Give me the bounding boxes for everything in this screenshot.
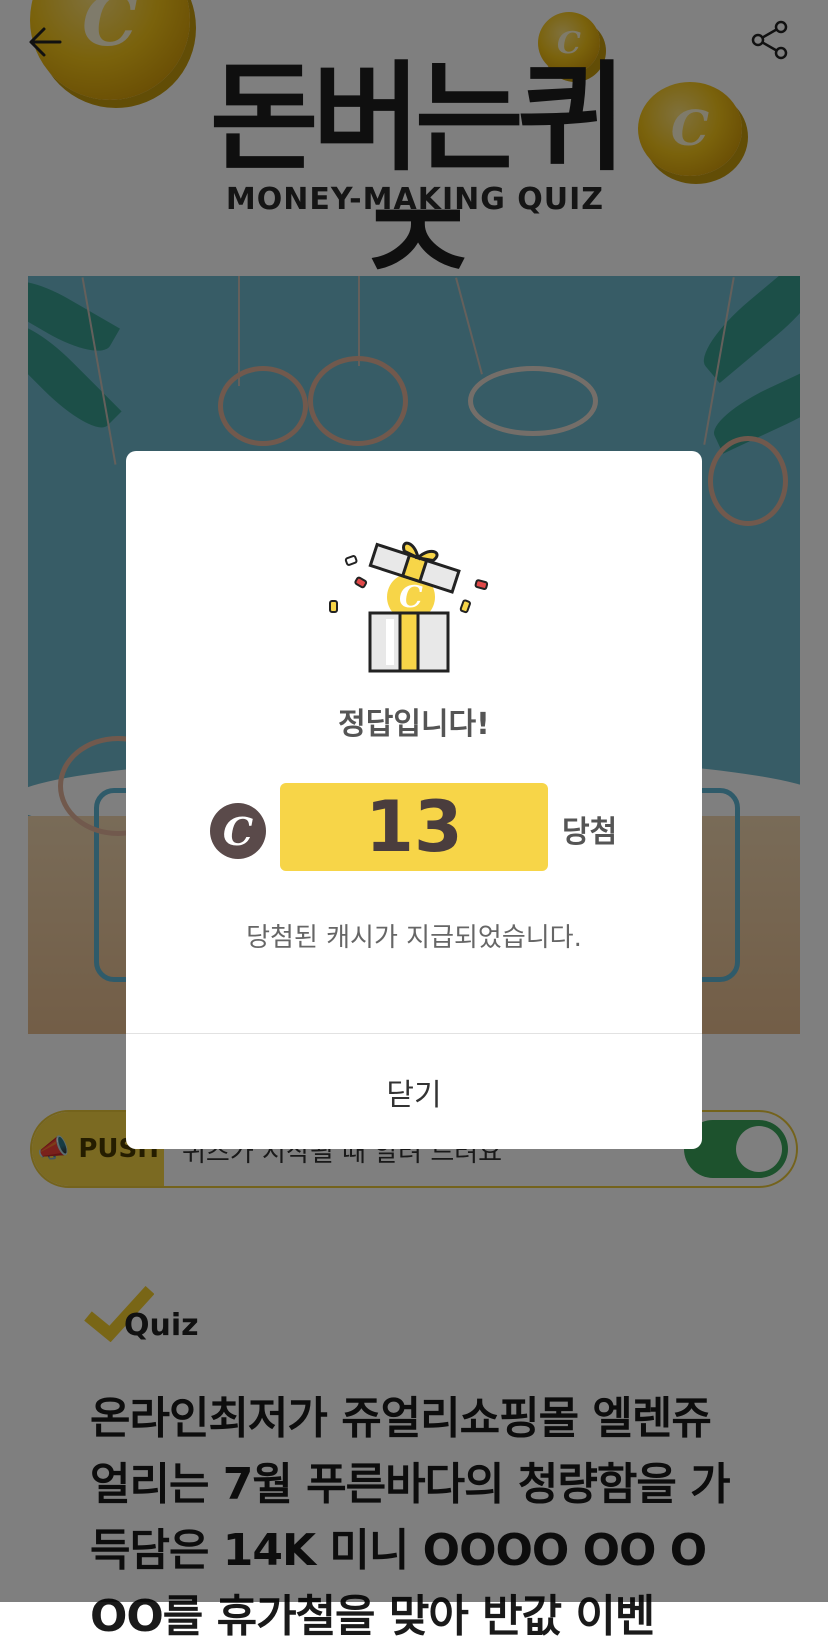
cash-coin-icon: C (210, 803, 266, 859)
close-button[interactable]: 닫기 (126, 1034, 702, 1149)
result-title: 정답입니다! (338, 707, 490, 742)
result-modal: C 정답입니다! C 13 당첨 당첨된 캐시가 지급되었습니다. 닫기 (126, 451, 702, 1149)
reward-message: 당첨된 캐시가 지급되었습니다. (246, 923, 582, 953)
reward-amount: 13 (280, 783, 548, 871)
gift-box-icon: C (326, 539, 502, 679)
svg-text:C: C (399, 580, 423, 615)
win-label: 당첨 (562, 815, 618, 850)
